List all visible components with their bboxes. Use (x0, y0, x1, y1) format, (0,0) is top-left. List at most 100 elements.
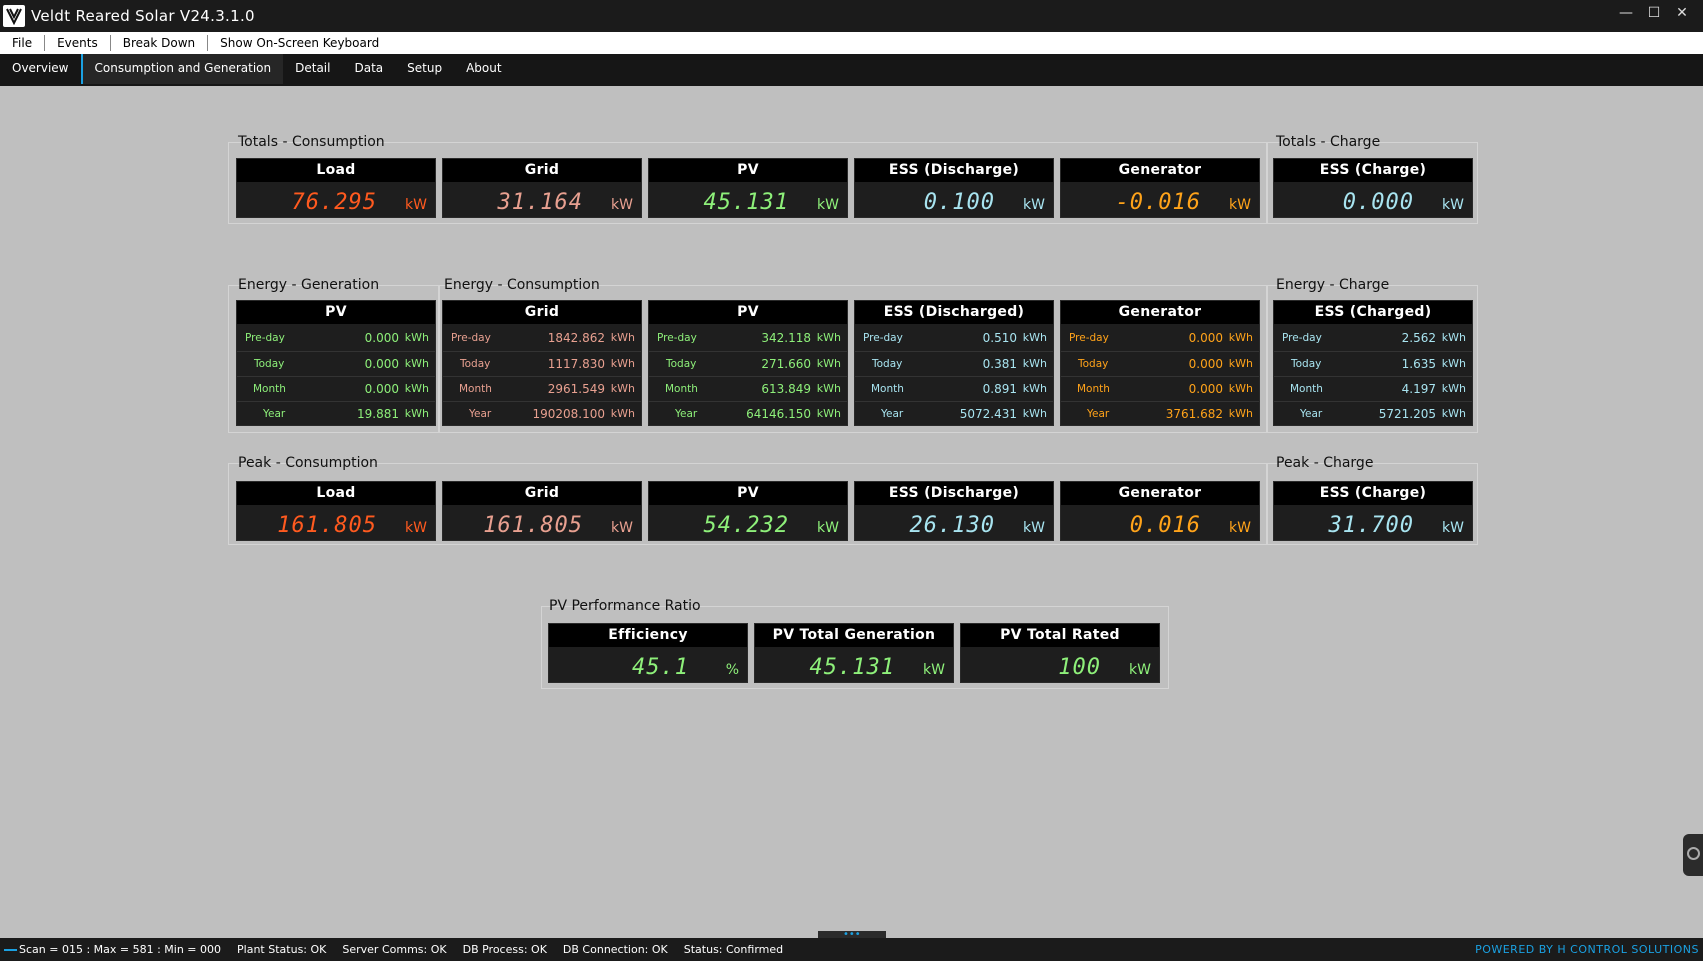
card-unit: kW (1229, 197, 1251, 213)
row-label: Year (1300, 408, 1323, 420)
row-value: 342.118 (761, 331, 811, 345)
group-label: Peak - Consumption (238, 455, 378, 471)
energy-charge-ess-card: ESS (Charged) Pre-day 2.562 kWh Today 1.635… (1273, 300, 1473, 426)
card-title: Generator (1061, 301, 1259, 324)
card-unit: kW (817, 520, 839, 536)
menu-file[interactable]: File (0, 32, 44, 54)
content-area: Totals - Consumption Totals - Charge Loa… (2, 86, 1701, 938)
card-title: Generator (1061, 159, 1259, 182)
row-value: 0.891 (982, 382, 1017, 396)
row-value: 0.000 (1188, 382, 1223, 396)
expand-icon (1687, 847, 1700, 860)
row-unit: kWh (1228, 357, 1253, 370)
row-unit: kWh (1441, 382, 1466, 395)
close-button[interactable]: ✕ (1671, 2, 1693, 24)
energy-row: Year 64146.150 kWh (649, 401, 847, 426)
maximize-button[interactable]: ☐ (1643, 2, 1665, 24)
peak-load-card: Load 161.805 kW (236, 481, 436, 541)
row-value: 5072.431 (959, 407, 1017, 421)
row-value: 613.849 (761, 382, 811, 396)
pv-total-rated-card: PV Total Rated 100 kW (960, 623, 1160, 683)
row-label: Today (254, 358, 285, 370)
row-label: Today (1078, 358, 1109, 370)
energy-row: Year 5721.205 kWh (1274, 401, 1472, 426)
total-load-card: Load 76.295 kW (236, 158, 436, 218)
row-unit: kWh (610, 407, 635, 420)
card-value: 0.100 (923, 190, 995, 215)
energy-row: Today 0.381 kWh (855, 351, 1053, 376)
db-process-status: DB Process: OK (462, 943, 547, 956)
card-title: ESS (Discharged) (855, 301, 1053, 324)
row-unit: kWh (610, 382, 635, 395)
row-label: Year (881, 408, 904, 420)
row-label: Month (253, 383, 286, 395)
menu-show-keyboard[interactable]: Show On-Screen Keyboard (208, 32, 391, 54)
energy-cons-pv-card: PV Pre-day 342.118 kWh Today 271.660 kWh Mon… (648, 300, 848, 426)
energy-row: Month 2961.549 kWh (443, 376, 641, 401)
tab-data[interactable]: Data (342, 54, 395, 84)
tab-consumption-generation[interactable]: Consumption and Generation (80, 54, 284, 84)
app-logo-icon (3, 5, 25, 27)
tab-about[interactable]: About (454, 54, 513, 84)
group-label: PV Performance Ratio (549, 598, 701, 614)
row-label: Year (675, 408, 698, 420)
card-title: Efficiency (549, 624, 747, 647)
row-value: 0.000 (364, 357, 399, 371)
row-unit: kWh (1022, 407, 1047, 420)
energy-row: Year 190208.100 kWh (443, 401, 641, 426)
card-value: 76.295 (291, 190, 377, 215)
card-value: 0.000 (1342, 190, 1414, 215)
row-label: Today (666, 358, 697, 370)
energy-gen-pv-card: PV Pre-day 0.000 kWh Today 0.000 kWh Month 0.… (236, 300, 436, 426)
menu-break-down[interactable]: Break Down (111, 32, 207, 54)
row-label: Pre-day (657, 332, 697, 344)
row-unit: kWh (1228, 382, 1253, 395)
tab-setup[interactable]: Setup (395, 54, 454, 84)
peak-ess-discharge-card: ESS (Discharge) 26.130 kW (854, 481, 1054, 541)
energy-row: Year 3761.682 kWh (1061, 401, 1259, 426)
card-title: PV Total Generation (755, 624, 953, 647)
row-value: 0.381 (982, 357, 1017, 371)
server-comms-status: Server Comms: OK (342, 943, 447, 956)
row-unit: kWh (816, 331, 841, 344)
row-value: 1842.862 (547, 331, 605, 345)
card-unit: kW (611, 520, 633, 536)
card-value: 31.164 (497, 190, 583, 215)
row-unit: kWh (1441, 357, 1466, 370)
card-value: 0.016 (1129, 513, 1201, 538)
row-label: Pre-day (451, 332, 491, 344)
side-panel-tab[interactable] (1683, 834, 1703, 876)
title-bar: Veldt Reared Solar V24.3.1.0 — ☐ ✕ (0, 0, 1703, 32)
row-unit: kWh (1022, 382, 1047, 395)
pv-total-generation-card: PV Total Generation 45.131 kW (754, 623, 954, 683)
card-unit: kW (1442, 197, 1464, 213)
card-title: Grid (443, 301, 641, 324)
card-unit: kW (1023, 197, 1045, 213)
energy-cons-ess-card: ESS (Discharged) Pre-day 0.510 kWh Today 0.… (854, 300, 1054, 426)
card-value: 45.131 (809, 655, 895, 680)
row-label: Year (263, 408, 286, 420)
tab-overview[interactable]: Overview (0, 54, 81, 84)
db-connection-status: DB Connection: OK (562, 943, 668, 956)
tab-detail[interactable]: Detail (283, 54, 342, 84)
card-unit: kW (1229, 520, 1251, 536)
row-label: Today (872, 358, 903, 370)
card-unit: kW (923, 662, 945, 678)
card-value: 45.131 (703, 190, 789, 215)
card-title: PV (649, 482, 847, 505)
row-value: 0.000 (1188, 331, 1223, 345)
row-unit: kWh (1228, 331, 1253, 344)
card-title: Grid (443, 159, 641, 182)
minimize-button[interactable]: — (1615, 2, 1637, 24)
row-value: 1.635 (1401, 357, 1436, 371)
row-value: 190208.100 (532, 407, 605, 421)
card-unit: kW (1442, 520, 1464, 536)
row-unit: kWh (816, 382, 841, 395)
group-label: Energy - Charge (1276, 277, 1390, 293)
powered-by-label: POWERED BY H CONTROL SOLUTIONS (1475, 943, 1699, 956)
menu-events[interactable]: Events (45, 32, 110, 54)
card-value: 31.700 (1328, 513, 1414, 538)
card-unit: % (725, 662, 739, 678)
energy-cons-grid-card: Grid Pre-day 1842.862 kWh Today 1117.830 kWh… (442, 300, 642, 426)
row-value: 5721.205 (1378, 407, 1436, 421)
